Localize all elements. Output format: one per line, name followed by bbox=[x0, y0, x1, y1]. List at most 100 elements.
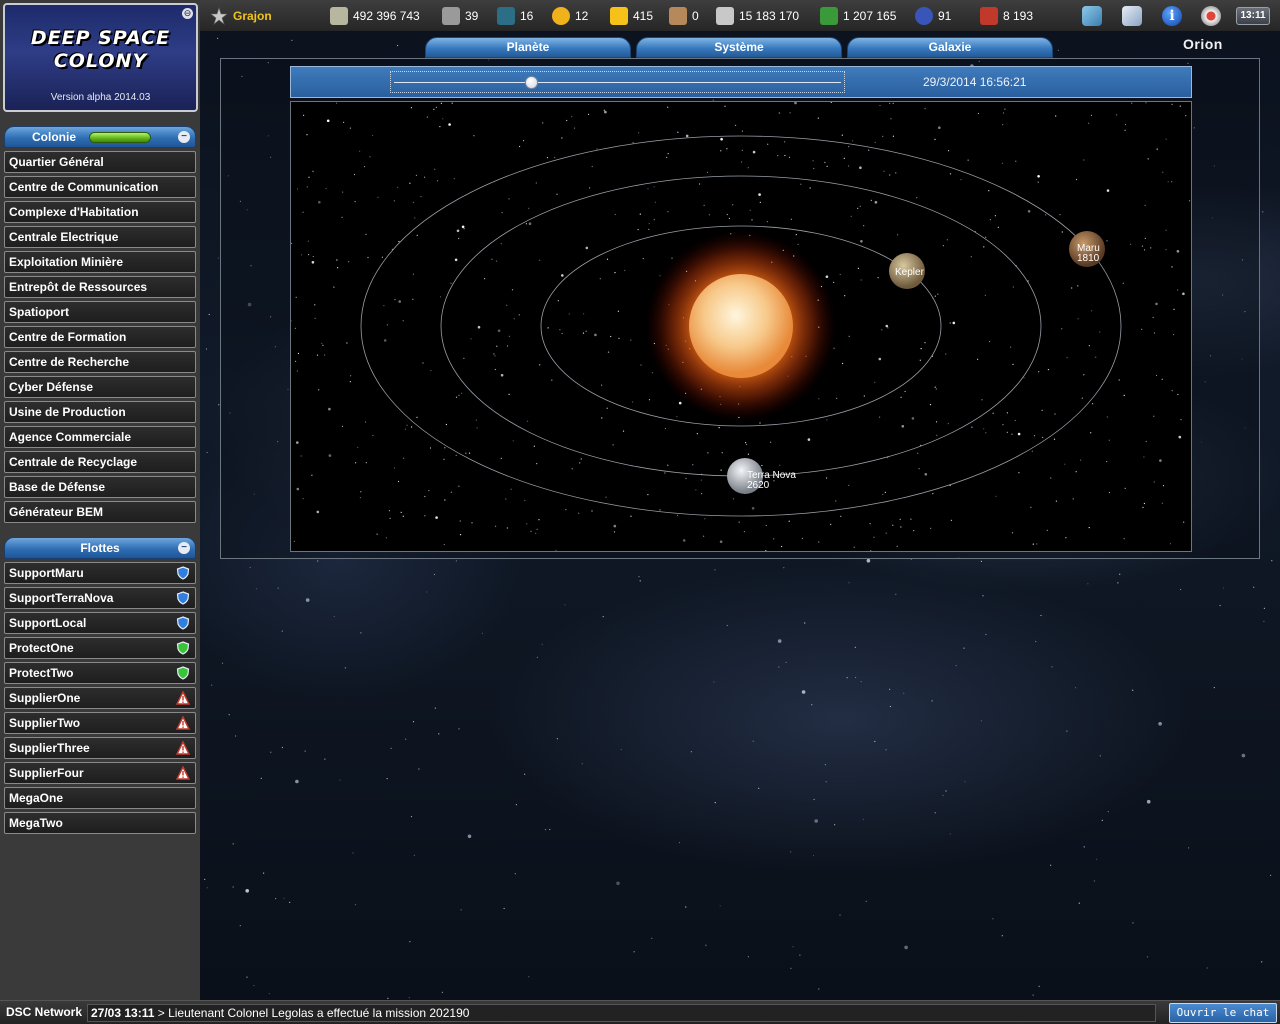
resource-value: 39 bbox=[465, 9, 479, 23]
mail-icon[interactable] bbox=[1122, 6, 1142, 26]
info-icon[interactable]: i bbox=[1162, 6, 1182, 26]
colonie-item[interactable]: Centre de Formation bbox=[4, 326, 196, 348]
chat-network-label: DSC Network bbox=[6, 1005, 83, 1019]
resource-agent[interactable]: 16 bbox=[497, 0, 533, 32]
fleet-item-label: SupplierFour bbox=[9, 766, 84, 780]
colonie-section-header[interactable]: Colonie − bbox=[4, 126, 196, 148]
fleet-item-label: SupplierOne bbox=[9, 691, 81, 705]
planet-kepler-label: Kepler bbox=[895, 267, 925, 278]
tab-systeme[interactable]: Système bbox=[636, 37, 842, 58]
clock-badge[interactable]: 13:11 bbox=[1236, 7, 1270, 25]
fleet-item[interactable]: SupplierTwo bbox=[4, 712, 196, 734]
credits-icon bbox=[330, 7, 348, 25]
time-slider-thumb[interactable] bbox=[525, 76, 539, 89]
open-chat-button[interactable]: Ouvrir le chat bbox=[1169, 1003, 1277, 1023]
logout-icon[interactable] bbox=[1201, 6, 1221, 26]
logo-collapse-icon[interactable]: ⊖ bbox=[182, 8, 193, 19]
planet-maru[interactable]: Maru 1810 bbox=[1069, 231, 1105, 267]
flottes-collapse-icon[interactable]: − bbox=[178, 542, 190, 554]
resource-crystal[interactable]: 1 207 165 bbox=[820, 0, 896, 32]
warning-icon bbox=[175, 690, 191, 705]
tab-galaxie[interactable]: Galaxie bbox=[847, 37, 1053, 58]
fleet-item-label: SupportLocal bbox=[9, 616, 87, 630]
fleet-item[interactable]: ProtectTwo bbox=[4, 662, 196, 684]
crate-icon bbox=[669, 7, 687, 25]
resource-value: 492 396 743 bbox=[353, 9, 420, 23]
sidebar: ⊖ DEEP SPACE COLONY Version alpha 2014.0… bbox=[0, 0, 200, 1000]
fleet-item[interactable]: SupplierThree bbox=[4, 737, 196, 759]
colonie-item[interactable]: Centrale Electrique bbox=[4, 226, 196, 248]
planet-terra-nova[interactable]: Terra Nova 2620 bbox=[727, 458, 796, 494]
system-panel: 29/3/2014 16:56:21 Kepler Maru 1810 Terr… bbox=[220, 58, 1260, 559]
solar-system-canvas: Kepler Maru 1810 Terra Nova 2620 bbox=[291, 102, 1191, 551]
warning-icon bbox=[175, 765, 191, 780]
colonie-item[interactable]: Complexe d'Habitation bbox=[4, 201, 196, 223]
fleet-item-label: SupplierThree bbox=[9, 741, 90, 755]
chat-log[interactable]: 27/03 13:11 > Lieutenant Colonel Legolas… bbox=[87, 1004, 1156, 1022]
colonie-item[interactable]: Quartier Général bbox=[4, 151, 196, 173]
resource-energy[interactable]: 415 bbox=[610, 0, 653, 32]
map-layers-icon[interactable] bbox=[1082, 6, 1102, 26]
colonie-building-list: Quartier Général Centre de Communication C… bbox=[4, 151, 196, 526]
resource-sphere[interactable]: 91 bbox=[915, 0, 951, 32]
fleet-item[interactable]: SupportTerraNova bbox=[4, 587, 196, 609]
sun[interactable] bbox=[646, 231, 836, 421]
crystal-icon bbox=[820, 7, 838, 25]
colonie-item[interactable]: Base de Défense bbox=[4, 476, 196, 498]
agent-icon bbox=[497, 7, 515, 25]
resource-value: 16 bbox=[520, 9, 534, 23]
fleet-item[interactable]: SupplierFour bbox=[4, 762, 196, 784]
resource-credits[interactable]: 492 396 743 bbox=[330, 0, 420, 32]
population-icon bbox=[442, 7, 460, 25]
fleet-item[interactable]: MegaTwo bbox=[4, 812, 196, 834]
resource-population[interactable]: 39 bbox=[442, 0, 478, 32]
fleet-item[interactable]: ProtectOne bbox=[4, 637, 196, 659]
logo-title: DEEP SPACE COLONY bbox=[5, 27, 196, 73]
fleet-item[interactable]: SupportMaru bbox=[4, 562, 196, 584]
timeline-bar: 29/3/2014 16:56:21 bbox=[290, 66, 1192, 98]
time-slider-track bbox=[394, 82, 841, 83]
fleet-item[interactable]: SupportLocal bbox=[4, 612, 196, 634]
fleet-item-label: ProtectTwo bbox=[9, 666, 74, 680]
resource-crate[interactable]: 0 bbox=[669, 0, 699, 32]
resource-ore[interactable]: 15 183 170 bbox=[716, 0, 799, 32]
fleet-item-label: MegaOne bbox=[9, 791, 64, 805]
flottes-section-title: Flottes bbox=[80, 541, 120, 555]
colonie-item[interactable]: Exploitation Minière bbox=[4, 251, 196, 273]
time-slider[interactable] bbox=[390, 71, 845, 93]
resource-bar: Grajon 492 396 743 39 16 12 415 0 15 183 170 1 … bbox=[200, 0, 1280, 32]
warning-icon bbox=[175, 740, 191, 755]
colonie-item[interactable]: Centre de Communication bbox=[4, 176, 196, 198]
timeline-timestamp: 29/3/2014 16:56:21 bbox=[923, 75, 1027, 89]
fleet-item-label: SupportTerraNova bbox=[9, 591, 114, 605]
solar-system-view[interactable]: Kepler Maru 1810 Terra Nova 2620 bbox=[290, 101, 1192, 552]
green-shield-icon bbox=[176, 641, 190, 655]
flottes-section-header[interactable]: Flottes − bbox=[4, 537, 196, 559]
colonie-item[interactable]: Générateur BEM bbox=[4, 501, 196, 523]
resource-food[interactable]: 12 bbox=[552, 0, 588, 32]
fleet-item[interactable]: SupplierOne bbox=[4, 687, 196, 709]
fleet-item-label: SupportMaru bbox=[9, 566, 84, 580]
fleet-item-label: ProtectOne bbox=[9, 641, 74, 655]
blue-shield-icon bbox=[176, 591, 190, 605]
resource-value: 415 bbox=[633, 9, 654, 23]
colonie-collapse-icon[interactable]: − bbox=[178, 131, 190, 143]
fleet-list: SupportMaru SupportTerraNova SupportLocal P… bbox=[4, 562, 196, 837]
colonie-item[interactable]: Usine de Production bbox=[4, 401, 196, 423]
fleet-item[interactable]: MegaOne bbox=[4, 787, 196, 809]
planet-kepler[interactable]: Kepler bbox=[889, 253, 925, 289]
version-label: Version alpha 2014.03 bbox=[50, 92, 151, 103]
planet-maru-number: 1810 bbox=[1077, 253, 1100, 264]
colonie-item[interactable]: Cyber Défense bbox=[4, 376, 196, 398]
galaxy-name: Orion bbox=[1183, 36, 1223, 52]
colonie-item[interactable]: Agence Commerciale bbox=[4, 426, 196, 448]
resource-value: 12 bbox=[575, 9, 589, 23]
resource-points[interactable]: 8 193 bbox=[980, 0, 1033, 32]
resource-value: 0 bbox=[692, 9, 699, 23]
tab-planete[interactable]: Planète bbox=[425, 37, 631, 58]
colonie-item[interactable]: Entrepôt de Ressources bbox=[4, 276, 196, 298]
colonie-item[interactable]: Centrale de Recyclage bbox=[4, 451, 196, 473]
colonie-item[interactable]: Spatioport bbox=[4, 301, 196, 323]
colonie-item[interactable]: Centre de Recherche bbox=[4, 351, 196, 373]
player-info[interactable]: Grajon bbox=[210, 0, 272, 32]
